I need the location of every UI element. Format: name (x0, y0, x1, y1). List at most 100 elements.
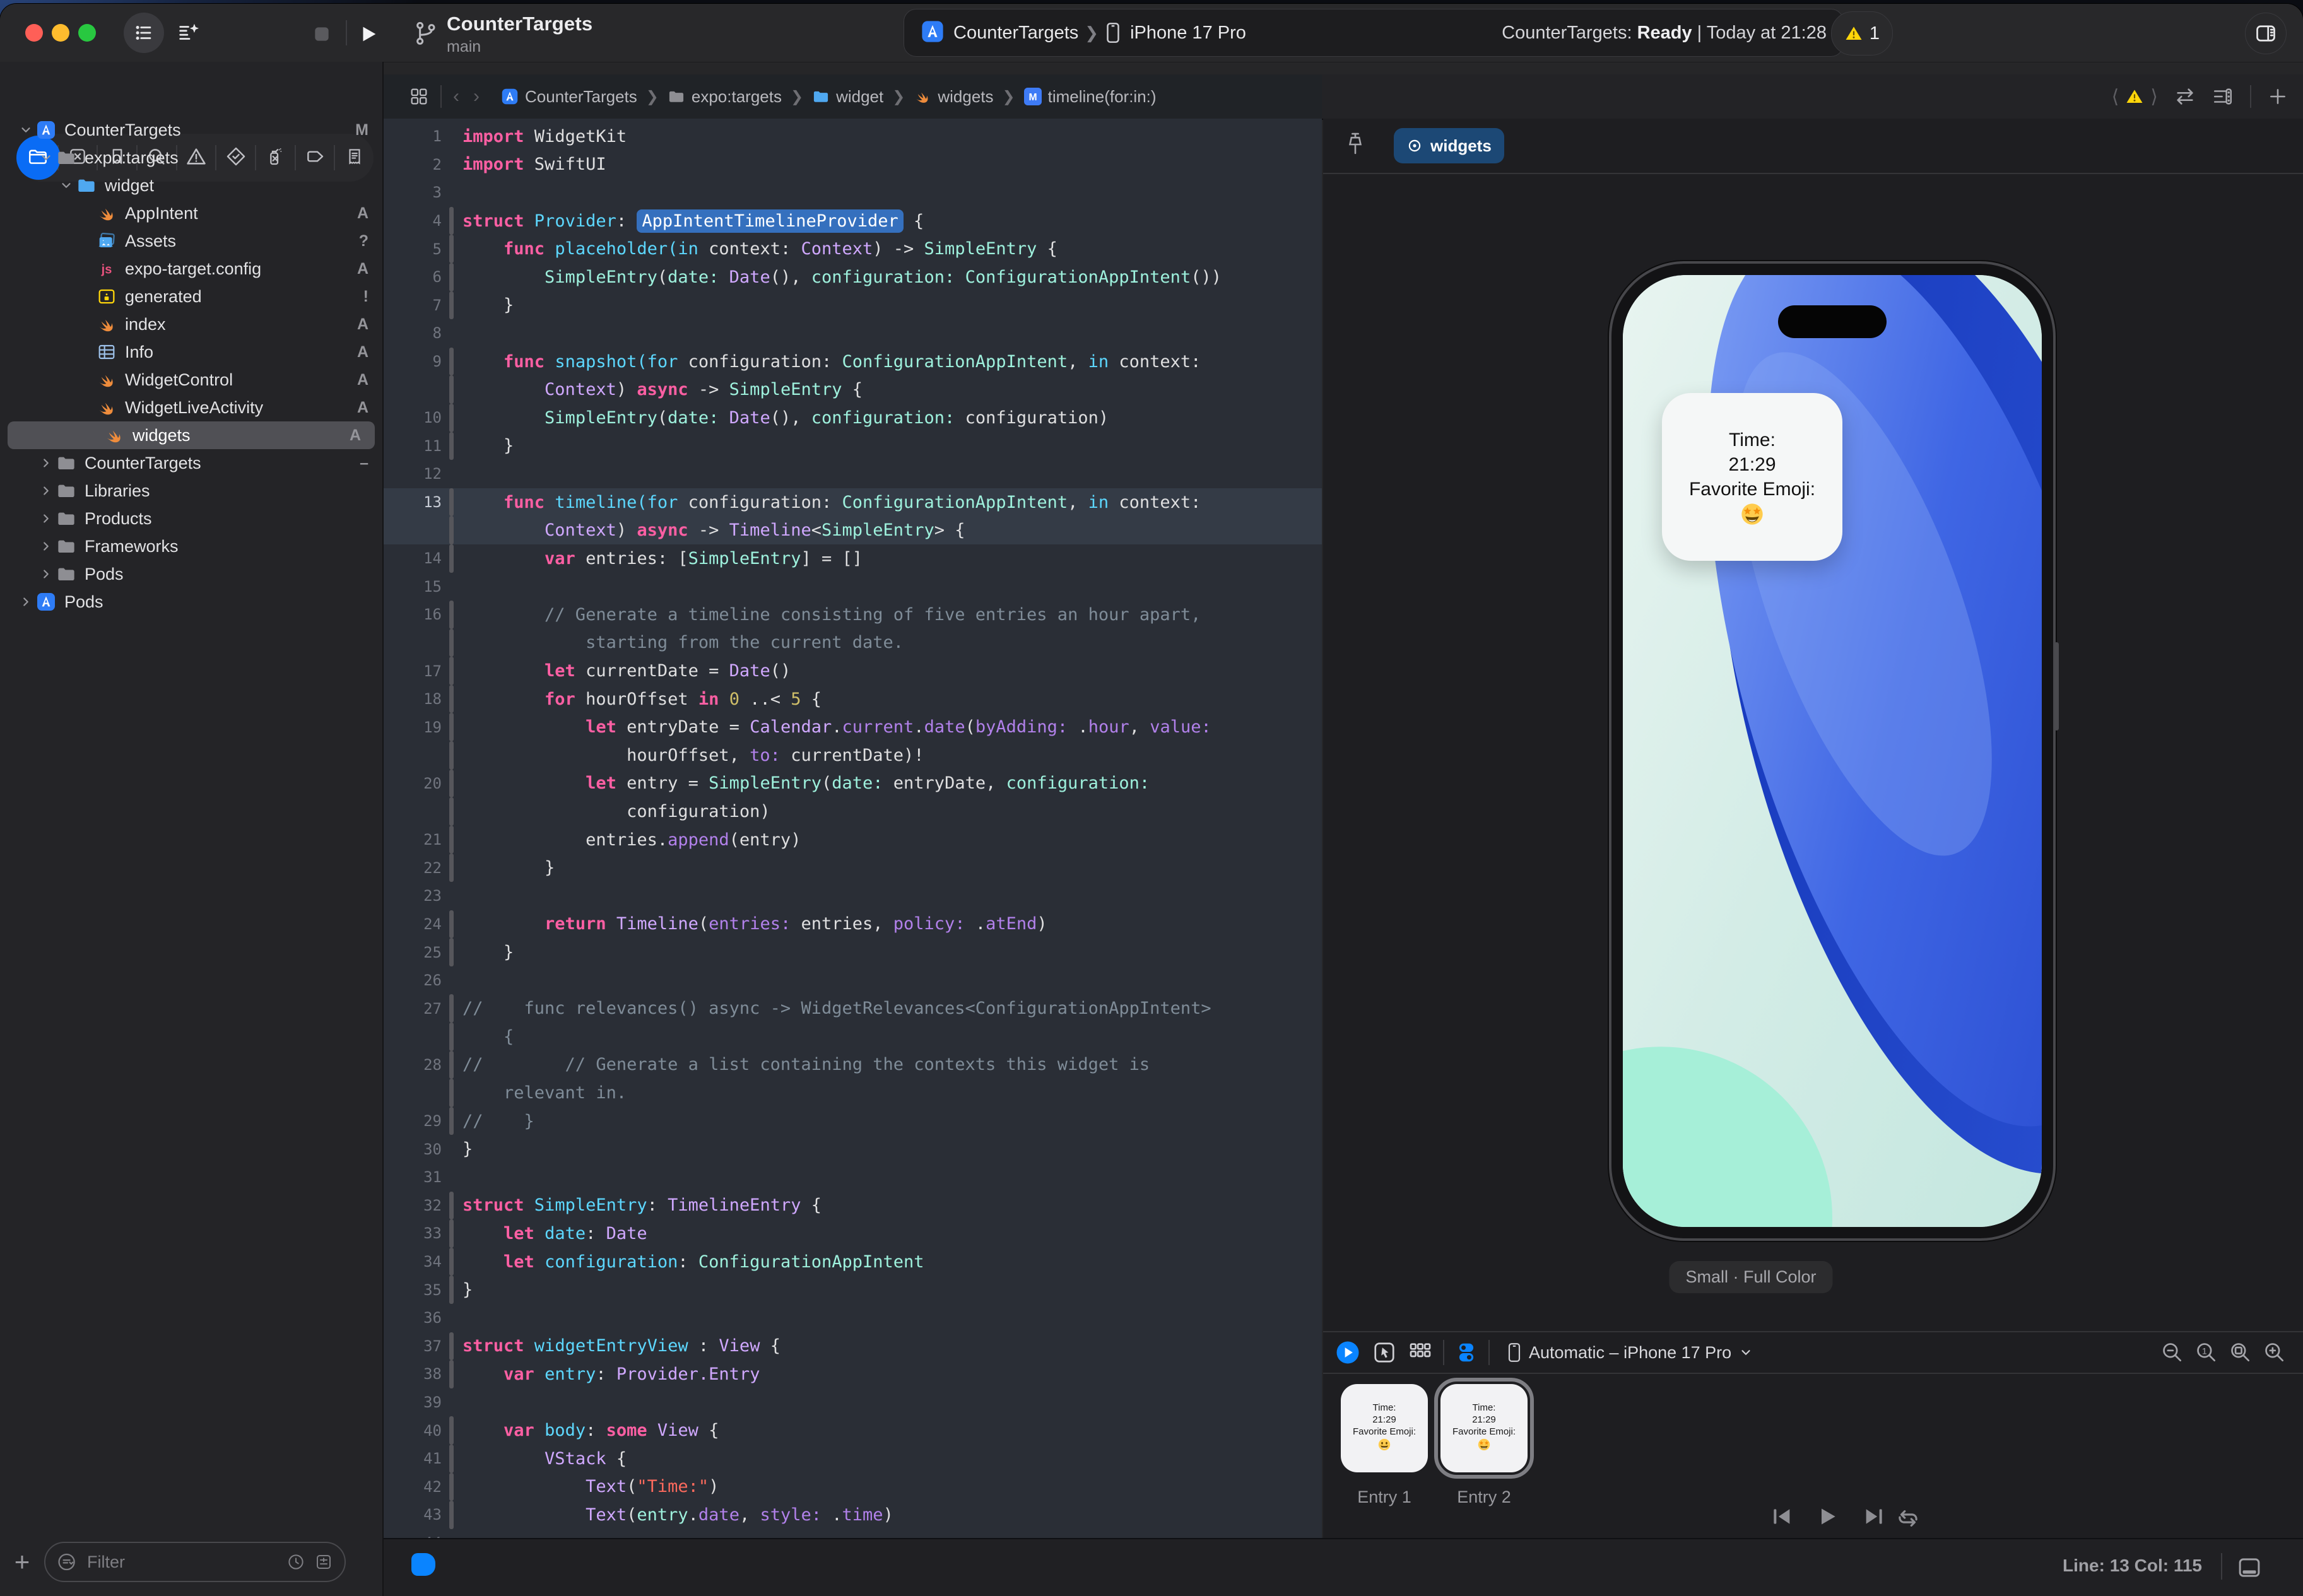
file-row-pods[interactable]: Pods (0, 588, 382, 616)
code-line-35[interactable]: 35} (384, 1276, 1322, 1304)
file-row-widget[interactable]: widget (0, 172, 382, 199)
disclosure-closed-icon[interactable] (37, 539, 56, 553)
inspector-toggle-icon[interactable] (2245, 13, 2287, 54)
add-editor-icon[interactable] (2268, 86, 2288, 107)
breadcrumb-item-countertargets[interactable]: CounterTargets (501, 87, 637, 107)
code-line-31[interactable]: 31 (384, 1163, 1322, 1192)
sidebar-list-icon[interactable] (124, 13, 164, 53)
code-line-16[interactable]: 16 // Generate a timeline consisting of … (384, 601, 1322, 629)
code-line-33[interactable]: 33 let date: Date (384, 1219, 1322, 1248)
file-row-widgetliveactivity[interactable]: WidgetLiveActivityA (0, 394, 382, 421)
stop-button[interactable] (308, 20, 336, 48)
code-line-13[interactable]: 13 func timeline(for configuration: Conf… (384, 488, 1322, 517)
file-row-expo-targets[interactable]: expo:targets (0, 144, 382, 172)
disclosure-closed-icon[interactable] (37, 484, 56, 498)
code-line-40[interactable]: 40 var body: some View { (384, 1416, 1322, 1445)
disclosure-closed-icon[interactable] (37, 567, 56, 581)
disclosure-closed-icon[interactable] (16, 595, 35, 609)
file-row-frameworks[interactable]: Frameworks (0, 532, 382, 560)
code-line-7[interactable]: 7 } (384, 291, 1322, 320)
disclosure-open-icon[interactable] (37, 151, 56, 165)
bottom-panel-icon[interactable] (2236, 1554, 2263, 1584)
step-backward-icon[interactable] (1769, 1504, 1794, 1529)
close-window-button[interactable] (25, 24, 43, 42)
file-row-info[interactable]: InfoA (0, 338, 382, 366)
code-line-42[interactable]: 42 Text("Time:") (384, 1473, 1322, 1501)
back-chevron-icon[interactable]: ‹ (453, 86, 459, 107)
code-line-34[interactable]: 34 let configuration: ConfigurationAppIn… (384, 1248, 1322, 1276)
iphone-preview[interactable]: Time: 21:29 Favorite Emoji: (1609, 261, 2056, 1241)
compose-sparkle-icon[interactable] (169, 13, 209, 53)
project-title-block[interactable]: CounterTargets main (414, 13, 592, 56)
widget-preview[interactable]: Time: 21:29 Favorite Emoji: (1662, 393, 1842, 561)
disclosure-open-icon[interactable] (16, 123, 35, 137)
code-line-14[interactable]: 14 var entries: [SimpleEntry] = [] (384, 544, 1322, 573)
file-row-generated[interactable]: generated! (0, 283, 382, 310)
file-row-pods[interactable]: Pods (0, 560, 382, 588)
scheme-pill[interactable]: CounterTargets ❯ iPhone 17 Pro CounterTa… (904, 9, 1844, 57)
code-line-23[interactable]: 23 (384, 882, 1322, 910)
disclosure-open-icon[interactable] (57, 179, 76, 192)
code-line-3[interactable]: 3 (384, 179, 1322, 207)
editor-options-icon[interactable] (2212, 86, 2234, 107)
file-row-libraries[interactable]: Libraries (0, 477, 382, 505)
debug-console-toggle[interactable] (411, 1553, 435, 1576)
code-line-30[interactable]: 30} (384, 1135, 1322, 1163)
add-file-button[interactable]: + (0, 1547, 44, 1577)
next-issue-chevron-icon[interactable]: ⟩ (2150, 86, 2158, 108)
run-button[interactable] (353, 19, 384, 49)
timeline-entry-tile-1[interactable]: Time:21:29Favorite Emoji: (1341, 1384, 1428, 1472)
forward-chevron-icon[interactable]: › (473, 86, 480, 107)
device-settings-button[interactable] (1454, 1341, 1478, 1364)
code-line-41[interactable]: 41 VStack { (384, 1445, 1322, 1473)
code-line-17[interactable]: 17 let currentDate = Date() (384, 657, 1322, 685)
code-line-32[interactable]: 32struct SimpleEntry: TimelineEntry { (384, 1192, 1322, 1220)
file-row-widgetcontrol[interactable]: WidgetControlA (0, 366, 382, 394)
disclosure-closed-icon[interactable] (37, 456, 56, 470)
play-icon[interactable] (1815, 1504, 1841, 1529)
code-line-24[interactable]: 24 return Timeline(entries: entries, pol… (384, 910, 1322, 939)
code-line-29[interactable]: 29// } (384, 1107, 1322, 1135)
code-line-21[interactable]: 21 entries.append(entry) (384, 826, 1322, 854)
canvas-warning-icon[interactable] (2125, 87, 2144, 106)
loop-icon[interactable] (1895, 1505, 1921, 1535)
breadcrumb-item-expo-targets[interactable]: expo:targets (668, 87, 782, 107)
code-line-12[interactable]: 12 (384, 460, 1322, 488)
zoom-out-icon[interactable] (2160, 1341, 2184, 1364)
code-line-28[interactable]: 28// // Generate a list containing the c… (384, 1051, 1322, 1079)
code-line-1[interactable]: 1import WidgetKit (384, 122, 1322, 151)
code-line-38[interactable]: 38 var entry: Provider.Entry (384, 1360, 1322, 1388)
code-line-wrap[interactable]: Context) async -> Timeline<SimpleEntry> … (384, 516, 1322, 544)
variants-mode-button[interactable] (1408, 1340, 1433, 1365)
code-line-15[interactable]: 15 (384, 573, 1322, 601)
code-line-26[interactable]: 26 (384, 966, 1322, 995)
filter-field[interactable]: Filter (44, 1542, 346, 1582)
breadcrumb-item-widget[interactable]: widget (812, 87, 883, 107)
preview-device-dropdown[interactable]: Automatic – iPhone 17 Pro (1507, 1342, 1753, 1363)
disclosure-closed-icon[interactable] (37, 512, 56, 525)
destination-segment[interactable]: iPhone 17 Pro (1105, 22, 1246, 44)
code-line-8[interactable]: 8 (384, 319, 1322, 348)
file-row-countertargets[interactable]: CounterTargetsM (0, 116, 382, 144)
breadcrumb-item-timeline-for-in-[interactable]: Mtimeline(for:in:) (1024, 87, 1157, 107)
code-line-2[interactable]: 2import SwiftUI (384, 151, 1322, 179)
code-line-25[interactable]: 25 } (384, 938, 1322, 966)
file-row-assets[interactable]: Assets? (0, 227, 382, 255)
code-editor[interactable]: 1import WidgetKit2import SwiftUI34struct… (384, 119, 1322, 1543)
code-line-wrap[interactable]: configuration) (384, 797, 1322, 826)
code-line-9[interactable]: 9 func snapshot(for configuration: Confi… (384, 348, 1322, 376)
code-line-wrap[interactable]: Context) async -> SimpleEntry { (384, 375, 1322, 404)
file-row-expo-target-config[interactable]: jsexpo-target.configA (0, 255, 382, 283)
file-row-widgets[interactable]: widgetsA (8, 421, 375, 449)
scope-filter-icon[interactable] (314, 1552, 333, 1571)
code-line-wrap[interactable]: relevant in. (384, 1079, 1322, 1107)
code-line-4[interactable]: 4struct Provider: AppIntentTimelineProvi… (384, 207, 1322, 235)
selectable-mode-button[interactable] (1372, 1341, 1396, 1364)
prev-issue-chevron-icon[interactable]: ⟨ (2112, 86, 2119, 108)
recents-filter-icon[interactable] (286, 1552, 305, 1571)
code-line-wrap[interactable]: { (384, 1023, 1322, 1051)
preview-target-pill[interactable]: widgets (1394, 128, 1504, 163)
minimize-window-button[interactable] (52, 24, 69, 42)
scheme-segment[interactable]: CounterTargets (921, 20, 1078, 47)
timeline-entry-tile-2[interactable]: Time:21:29Favorite Emoji: (1440, 1384, 1528, 1472)
